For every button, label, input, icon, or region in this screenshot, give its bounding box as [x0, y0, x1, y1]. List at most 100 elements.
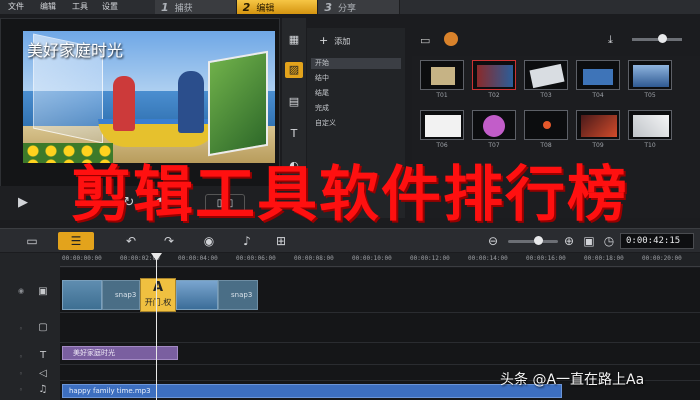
thumb-label: T10	[644, 142, 656, 149]
ruler-tick-label: 00:00:16:00	[526, 255, 566, 262]
timeline-view-icon[interactable]: ☰	[58, 232, 94, 250]
transition-thumb[interactable]	[628, 60, 672, 90]
thumb-label: T01	[436, 92, 448, 99]
preview-person-right	[178, 71, 204, 133]
transition-thumb[interactable]	[420, 60, 464, 90]
transition-thumb[interactable]	[628, 110, 672, 140]
voice-track-toggle[interactable]: ◦	[16, 370, 26, 378]
transition-clip-icon: A	[152, 280, 164, 295]
thumb-label: T06	[436, 142, 448, 149]
library-header: ▭ ⤓	[412, 28, 700, 54]
transition-thumb[interactable]	[524, 110, 568, 140]
category-item[interactable]: 自定义	[311, 118, 401, 129]
redo-icon[interactable]: ↷	[160, 232, 178, 250]
step-edit-tab[interactable]: 2 编辑	[236, 0, 319, 14]
voice-track-icon[interactable]: ◁	[34, 367, 52, 381]
thumb-label: T04	[592, 92, 604, 99]
audio-mixer-icon[interactable]: ♪	[238, 232, 256, 250]
step-share-tab[interactable]: 3 分享	[318, 0, 401, 14]
category-item[interactable]: 结中	[311, 73, 401, 84]
transition-clip-label: 开门.权	[144, 298, 172, 307]
preview-photo-panel-right	[208, 50, 268, 157]
category-item[interactable]: 完成	[311, 103, 401, 114]
record-icon[interactable]: ◉	[200, 232, 218, 250]
title-tab-icon[interactable]: T	[285, 126, 303, 142]
thumb-size-slider[interactable]	[632, 38, 682, 41]
step-number: 2	[242, 0, 251, 14]
workflow-steps: 1 捕获 2 编辑 3 分享	[155, 0, 401, 14]
video-track-toggle[interactable]: ◉	[16, 287, 26, 295]
project-timecode[interactable]: 0:00:42:15	[620, 233, 694, 249]
ruler-tick-label: 00:00:14:00	[468, 255, 508, 262]
headline-overlay: 剪辑工具软件排行榜	[71, 160, 629, 230]
add-label: 添加	[334, 37, 351, 46]
library-badge-icon[interactable]	[444, 32, 458, 46]
watermark: 头条 @A一直在路上Aa	[500, 372, 645, 388]
title-clip[interactable]: 美好家庭时光	[62, 346, 178, 360]
transition-tab-icon[interactable]: ▨	[285, 62, 303, 78]
import-icon[interactable]: ⤓	[608, 33, 613, 47]
video-clip[interactable]	[62, 280, 102, 310]
step-number: 3	[324, 0, 332, 14]
transition-thumb[interactable]	[472, 110, 516, 140]
ruler-tick-label: 00:00:18:00	[584, 255, 624, 262]
ruler-tick-label: 00:00:12:00	[410, 255, 450, 262]
plus-icon: +	[319, 34, 329, 47]
split-icon[interactable]: ⊞	[272, 232, 290, 250]
music-clip[interactable]: happy family time.mp3	[62, 384, 562, 398]
menu-settings[interactable]: 设置	[102, 1, 118, 12]
step-label: 捕获	[174, 3, 193, 14]
transition-thumb[interactable]	[420, 110, 464, 140]
undo-icon[interactable]: ↶	[122, 232, 140, 250]
thumb-label: T08	[540, 142, 552, 149]
media-tab-icon[interactable]: ▦	[285, 32, 303, 48]
track-headers: ◉ ▣ ◦ ▢ ◦ T ◦ ◁ ◦ ♫	[0, 253, 60, 400]
zoom-in-icon[interactable]: ⊕	[562, 232, 576, 250]
storyboard-view-icon[interactable]: ▭	[20, 232, 44, 250]
clip-label: snap3	[231, 291, 253, 299]
music-track-toggle[interactable]: ◦	[16, 386, 26, 394]
title-track-icon[interactable]: T	[34, 349, 52, 363]
video-clip-snap[interactable]: snap3	[218, 280, 258, 310]
step-label: 编辑	[256, 3, 275, 14]
step-number: 1	[161, 0, 169, 14]
thumb-size-knob[interactable]	[658, 34, 667, 43]
ruler-tick-label: 00:00:20:00	[642, 255, 682, 262]
preview-title-overlay: 美好家庭时光	[27, 41, 124, 60]
playhead-line[interactable]	[156, 253, 157, 400]
transition-thumb[interactable]	[524, 60, 568, 90]
clip-label: snap3	[115, 291, 137, 299]
video-track-icon[interactable]: ▣	[34, 285, 52, 299]
menu-tools[interactable]: 工具	[72, 1, 88, 12]
folder-icon[interactable]: ▭	[420, 34, 430, 47]
ruler-tick-label: 00:00:08:00	[294, 255, 334, 262]
zoom-slider-knob[interactable]	[534, 236, 543, 245]
transition-thumb[interactable]	[472, 60, 516, 90]
preview-person-left	[113, 76, 135, 131]
video-clip[interactable]	[176, 280, 218, 310]
category-item[interactable]: 开始	[311, 58, 401, 69]
step-capture-tab[interactable]: 1 捕获	[155, 0, 237, 14]
ruler-tick-label: 00:00:04:00	[178, 255, 218, 262]
menu-file[interactable]: 文件	[8, 1, 24, 12]
overlay-track-toggle[interactable]: ◦	[16, 325, 26, 333]
title-track-toggle[interactable]: ◦	[16, 353, 26, 361]
zoom-slider[interactable]	[508, 240, 558, 243]
overlay-track-icon[interactable]: ▢	[34, 321, 52, 335]
menu-bar: 文件 编辑 工具 设置 1 捕获 2 编辑 3 分享	[0, 0, 700, 14]
transition-thumb[interactable]	[576, 110, 620, 140]
add-category-button[interactable]: + 添加	[319, 34, 350, 47]
zoom-out-icon[interactable]: ⊖	[486, 232, 500, 250]
transition-clip[interactable]: A 开门.权	[140, 278, 176, 312]
thumb-label: T07	[488, 142, 500, 149]
thumb-label: T09	[592, 142, 604, 149]
fit-project-icon[interactable]: ▣	[582, 232, 596, 250]
filter-tab-icon[interactable]: ▤	[285, 94, 303, 110]
category-item[interactable]: 结尾	[311, 88, 401, 99]
music-track-icon[interactable]: ♫	[34, 383, 52, 397]
ruler-tick-label: 00:00:00:00	[62, 255, 102, 262]
menu-edit[interactable]: 编辑	[40, 1, 56, 12]
transition-thumb[interactable]	[576, 60, 620, 90]
video-clip-snap[interactable]: snap3	[102, 280, 140, 310]
step-label: 分享	[338, 3, 357, 14]
